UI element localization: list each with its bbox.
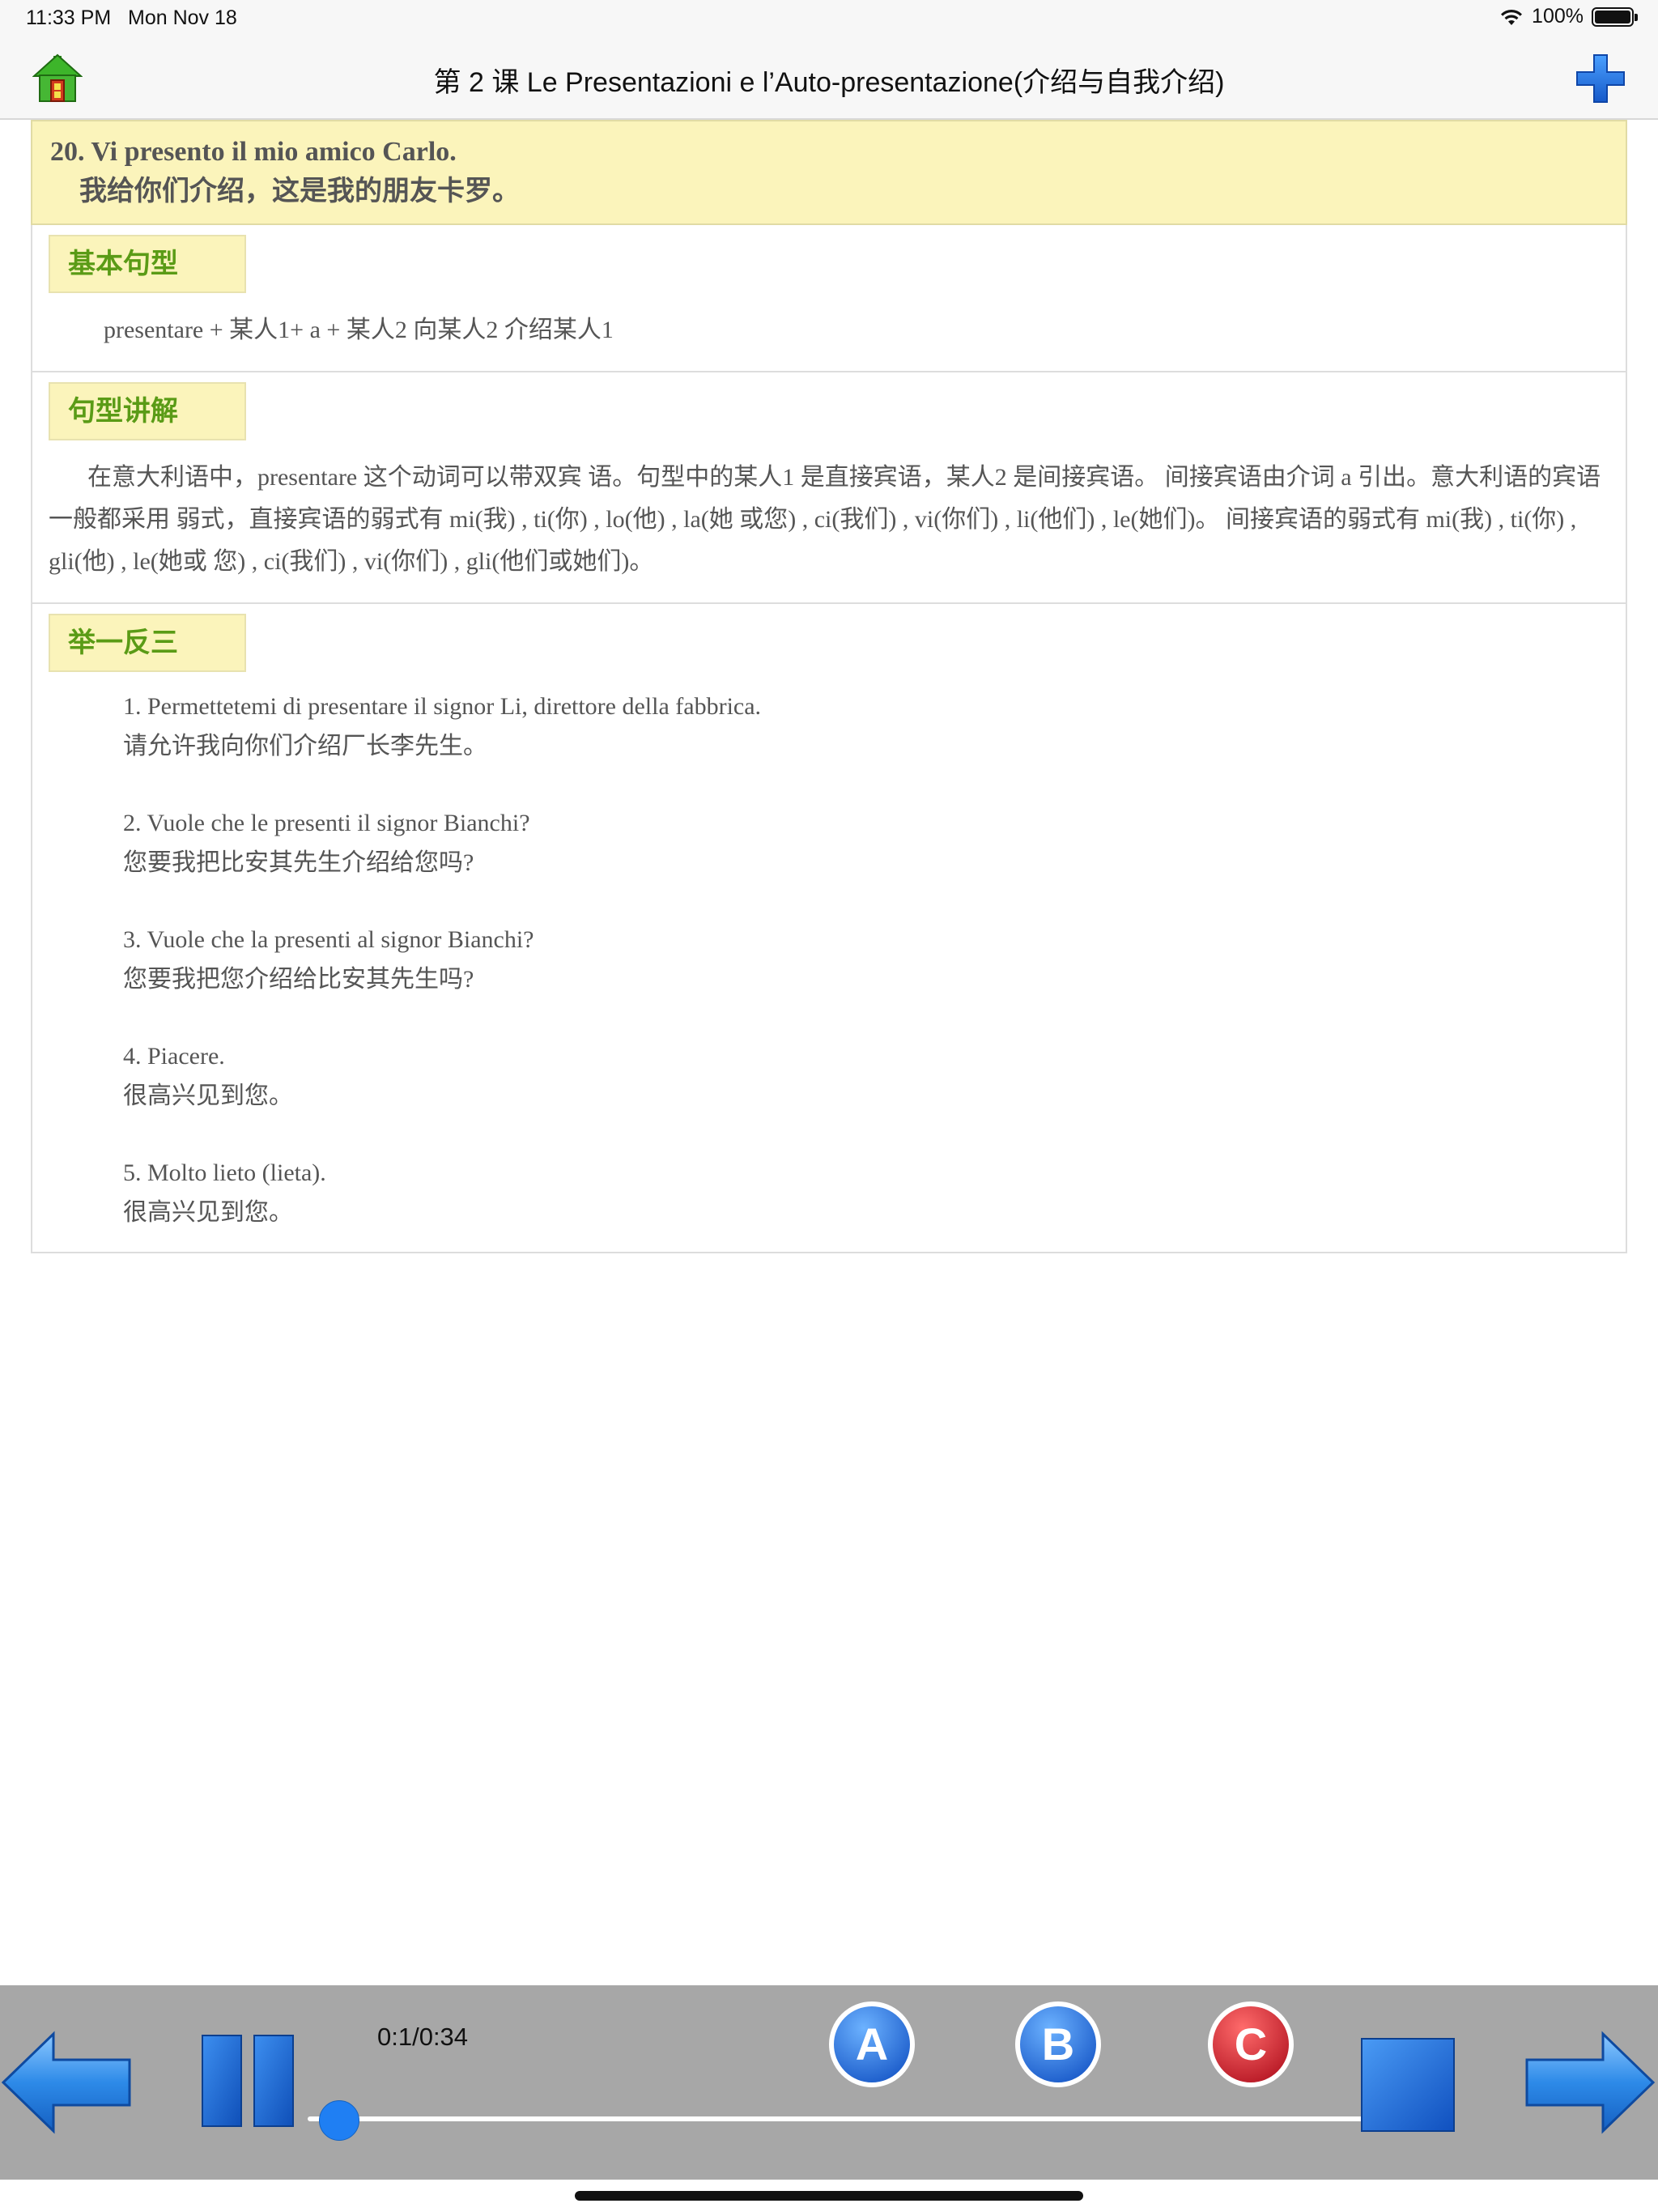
plus-icon[interactable] xyxy=(1574,52,1627,105)
button-b-label: B xyxy=(1042,2018,1074,2069)
lesson-sentence-italian: 20. Vi presento il mio amico Carlo. xyxy=(50,137,457,167)
section-examples: 举一反三 1. Permettetemi di presentare il si… xyxy=(31,604,1627,1253)
player-toolbar: 0:1/0:34 A B C xyxy=(0,1985,1658,2180)
battery-icon xyxy=(1592,6,1638,27)
list-item: 2. Vuole che le presenti il signor Bianc… xyxy=(123,803,1609,883)
lesson-header: 20. Vi presento il mio amico Carlo. 我给你们… xyxy=(31,120,1627,225)
example-italian: 2. Vuole che le presenti il signor Bianc… xyxy=(123,810,530,836)
status-right: 100% xyxy=(1499,5,1638,28)
button-b[interactable]: B xyxy=(1014,2000,1103,2089)
lesson-sentence-chinese: 我给你们介绍，这是我的朋友卡罗。 xyxy=(79,176,520,206)
progress-track[interactable] xyxy=(308,2116,1368,2121)
button-a-label: A xyxy=(856,2018,888,2069)
battery-percent: 100% xyxy=(1532,5,1584,28)
status-bar: 11:33 PM Mon Nov 18 100% xyxy=(0,0,1658,37)
examples-list: 1. Permettetemi di presentare il signor … xyxy=(49,687,1609,1232)
basic-pattern-text: presentare + 某人1+ a + 某人2 向某人2 介绍某人1 xyxy=(104,317,614,343)
example-chinese: 您要我把您介绍给比安其先生吗? xyxy=(123,966,474,993)
pause-icon[interactable] xyxy=(201,2034,295,2128)
example-italian: 5. Molto lieto (lieta). xyxy=(123,1159,326,1186)
list-item: 3. Vuole che la presenti al signor Bianc… xyxy=(123,920,1609,999)
list-item: 4. Piacere. 很高兴见到您。 xyxy=(123,1036,1609,1116)
section-basic-pattern: 基本句型 presentare + 某人1+ a + 某人2 向某人2 介绍某人… xyxy=(31,225,1627,372)
section-label: 基本句型 xyxy=(49,235,246,293)
playback-time: 0:1/0:34 xyxy=(377,2023,469,2051)
example-italian: 3. Vuole che la presenti al signor Bianc… xyxy=(123,926,534,953)
status-date: Mon Nov 18 xyxy=(128,6,237,29)
lesson-content: 20. Vi presento il mio amico Carlo. 我给你们… xyxy=(31,120,1627,1253)
example-chinese: 很高兴见到您。 xyxy=(123,1199,293,1226)
arrow-right-icon[interactable] xyxy=(1524,2031,1656,2134)
stop-icon[interactable] xyxy=(1360,2037,1456,2133)
example-chinese: 很高兴见到您。 xyxy=(123,1083,293,1109)
progress-knob[interactable] xyxy=(319,2100,360,2141)
nav-bar: 第 2 课 Le Presentazioni e l’Auto-presenta… xyxy=(0,37,1658,120)
button-c[interactable]: C xyxy=(1206,2000,1295,2089)
example-chinese: 请允许我向你们介绍厂长李先生。 xyxy=(123,733,487,759)
explanation-text: 在意大利语中，presentare 这个动词可以带双宾 语。句型中的某人1 是直… xyxy=(49,464,1601,575)
example-italian: 1. Permettetemi di presentare il signor … xyxy=(123,693,762,720)
arrow-left-icon[interactable] xyxy=(0,2031,133,2134)
list-item: 5. Molto lieto (lieta). 很高兴见到您。 xyxy=(123,1153,1609,1232)
list-item: 1. Permettetemi di presentare il signor … xyxy=(123,687,1609,766)
home-indicator xyxy=(575,2191,1083,2201)
button-c-label: C xyxy=(1235,2018,1267,2069)
wifi-icon xyxy=(1501,9,1523,25)
section-explanation: 句型讲解 在意大利语中，presentare 这个动词可以带双宾 语。句型中的某… xyxy=(31,372,1627,604)
example-italian: 4. Piacere. xyxy=(123,1043,225,1070)
status-time: 11:33 PM xyxy=(26,6,112,29)
page-title: 第 2 课 Le Presentazioni e l’Auto-presenta… xyxy=(433,67,1225,98)
button-a[interactable]: A xyxy=(827,2000,916,2089)
section-label: 句型讲解 xyxy=(49,382,246,440)
example-chinese: 您要我把比安其先生介绍给您吗? xyxy=(123,849,474,876)
section-label: 举一反三 xyxy=(49,614,246,672)
